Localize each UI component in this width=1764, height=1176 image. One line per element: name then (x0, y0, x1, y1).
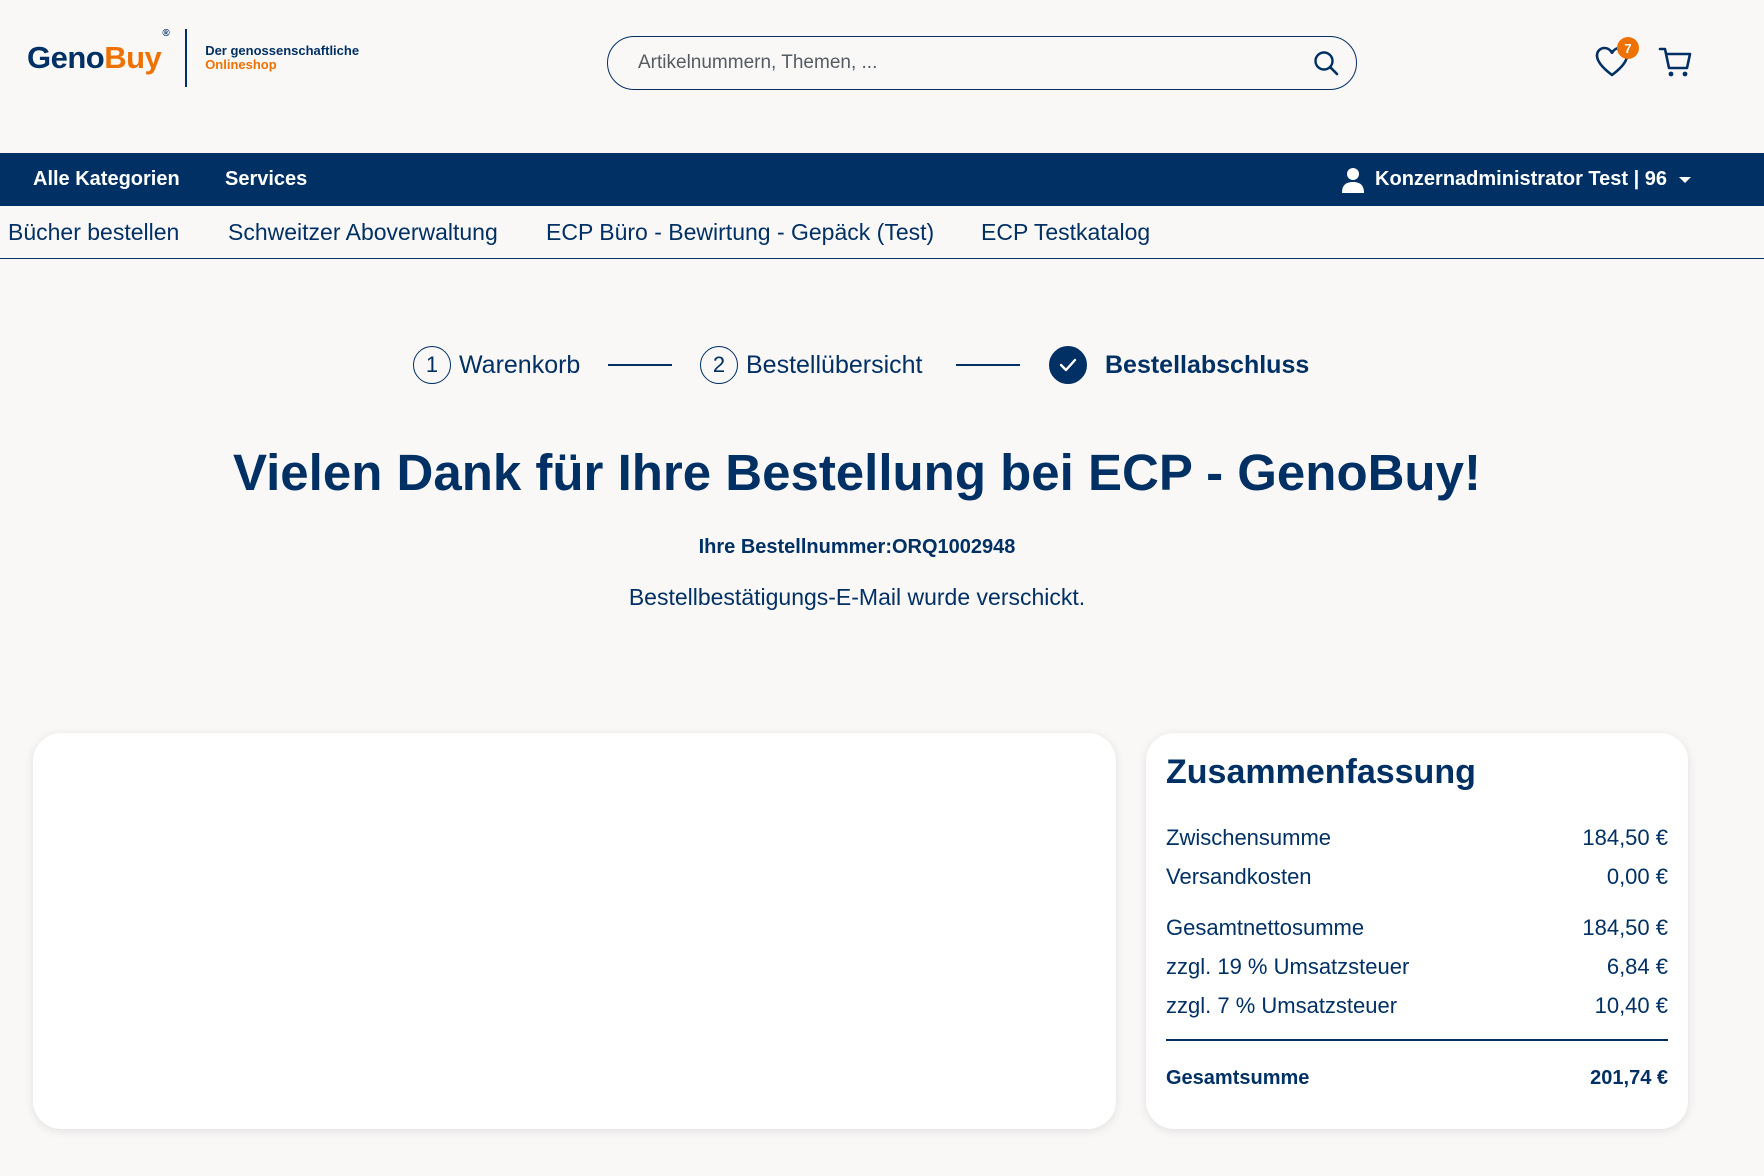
user-icon (1342, 167, 1365, 193)
summary-spacer (1166, 896, 1668, 908)
summary-value: 0,00 € (1606, 863, 1668, 889)
search-input[interactable] (608, 37, 1288, 89)
subnav-ecp-buero[interactable]: ECP Büro - Bewirtung - Gepäck (Test) (546, 206, 934, 258)
summary-label: zzgl. 7 % Umsatzsteuer (1166, 992, 1398, 1018)
order-details-card (33, 733, 1116, 1129)
wishlist-count-badge: 7 (1617, 37, 1639, 59)
user-name: Konzernadministrator Test | 96 (1375, 168, 1667, 190)
cart-icon[interactable] (1658, 44, 1694, 80)
step-connector (956, 364, 1020, 366)
summary-title: Zusammenfassung (1166, 753, 1476, 791)
check-icon (1049, 346, 1087, 384)
summary-row-zwischensumme: Zwischensumme 184,50 € (1166, 818, 1668, 857)
summary-total-label: Gesamtsumme (1166, 1066, 1310, 1089)
subnav-buecher-bestellen[interactable]: Bücher bestellen (8, 206, 179, 258)
main-navigation: Alle Kategorien Services Konzernadminist… (0, 153, 1764, 206)
confirmation-mail-notice: Bestellbestätigungs-E-Mail wurde verschi… (628, 584, 1086, 610)
step-bestellabschluss: Bestellabschluss (1049, 343, 1309, 387)
summary-row-ust-19: zzgl. 19 % Umsatzsteuer 6,84 € (1166, 947, 1668, 986)
summary-label: Zwischensumme (1166, 824, 1332, 850)
summary-label: Versandkosten (1166, 863, 1312, 889)
step-label: Bestellübersicht (746, 350, 923, 379)
summary-row-ust-7: zzgl. 7 % Umsatzsteuer 10,40 € (1166, 986, 1668, 1025)
summary-value: 6,84 € (1606, 953, 1668, 979)
step-connector (608, 364, 672, 366)
subnav-schweitzer-aboverwaltung[interactable]: Schweitzer Aboverwaltung (228, 206, 498, 258)
logo-divider (185, 29, 188, 87)
step-label: Bestellabschluss (1105, 350, 1310, 379)
summary-label: Gesamtnettosumme (1166, 914, 1365, 940)
step-warenkorb: 1 Warenkorb (413, 343, 580, 387)
summary-row-versandkosten: Versandkosten 0,00 € (1166, 857, 1668, 896)
user-menu[interactable]: Konzernadministrator Test | 96 (1341, 153, 1691, 206)
step-bestelluebersicht: 2 Bestellübersicht (700, 343, 922, 387)
chevron-down-icon (1679, 176, 1691, 183)
page-title: Vielen Dank für Ihre Bestellung bei ECP … (233, 444, 1481, 501)
summary-divider (1166, 1039, 1668, 1041)
summary-card: Zusammenfassung Zwischensumme 184,50 € V… (1146, 733, 1688, 1129)
step-number: 1 (413, 346, 451, 384)
nav-services[interactable]: Services (225, 153, 307, 206)
summary-value: 10,40 € (1594, 992, 1668, 1018)
step-number: 2 (700, 346, 738, 384)
summary-row-gesamtnettosumme: Gesamtnettosumme 184,50 € (1166, 908, 1668, 947)
subnav-ecp-testkatalog[interactable]: ECP Testkatalog (981, 206, 1150, 258)
summary-label: zzgl. 19 % Umsatzsteuer (1166, 953, 1410, 979)
checkout-stepper: 1 Warenkorb 2 Bestellübersicht Bestellab… (0, 343, 1764, 387)
genobuy-logo[interactable]: GenoBuy® Der genossenschaftliche Onlines… (27, 28, 359, 88)
summary-total-value: 201,74 € (1590, 1066, 1668, 1089)
step-label: Warenkorb (459, 350, 581, 379)
summary-value: 184,50 € (1582, 914, 1668, 940)
summary-row-gesamtsumme: Gesamtsumme 201,74 € (1166, 1059, 1668, 1098)
search-bar (607, 36, 1357, 90)
logo-tagline: Der genossenschaftliche Onlineshop (205, 43, 360, 72)
summary-value: 184,50 € (1582, 824, 1668, 850)
search-icon[interactable] (1312, 49, 1340, 77)
category-navigation: Bücher bestellen Schweitzer Aboverwaltun… (0, 206, 1764, 259)
nav-alle-kategorien[interactable]: Alle Kategorien (33, 153, 180, 206)
header: GenoBuy® Der genossenschaftliche Onlines… (0, 0, 1764, 153)
logo-wordmark: GenoBuy® (27, 28, 170, 75)
order-number: Ihre Bestellnummer:ORQ1002948 (698, 536, 1016, 558)
